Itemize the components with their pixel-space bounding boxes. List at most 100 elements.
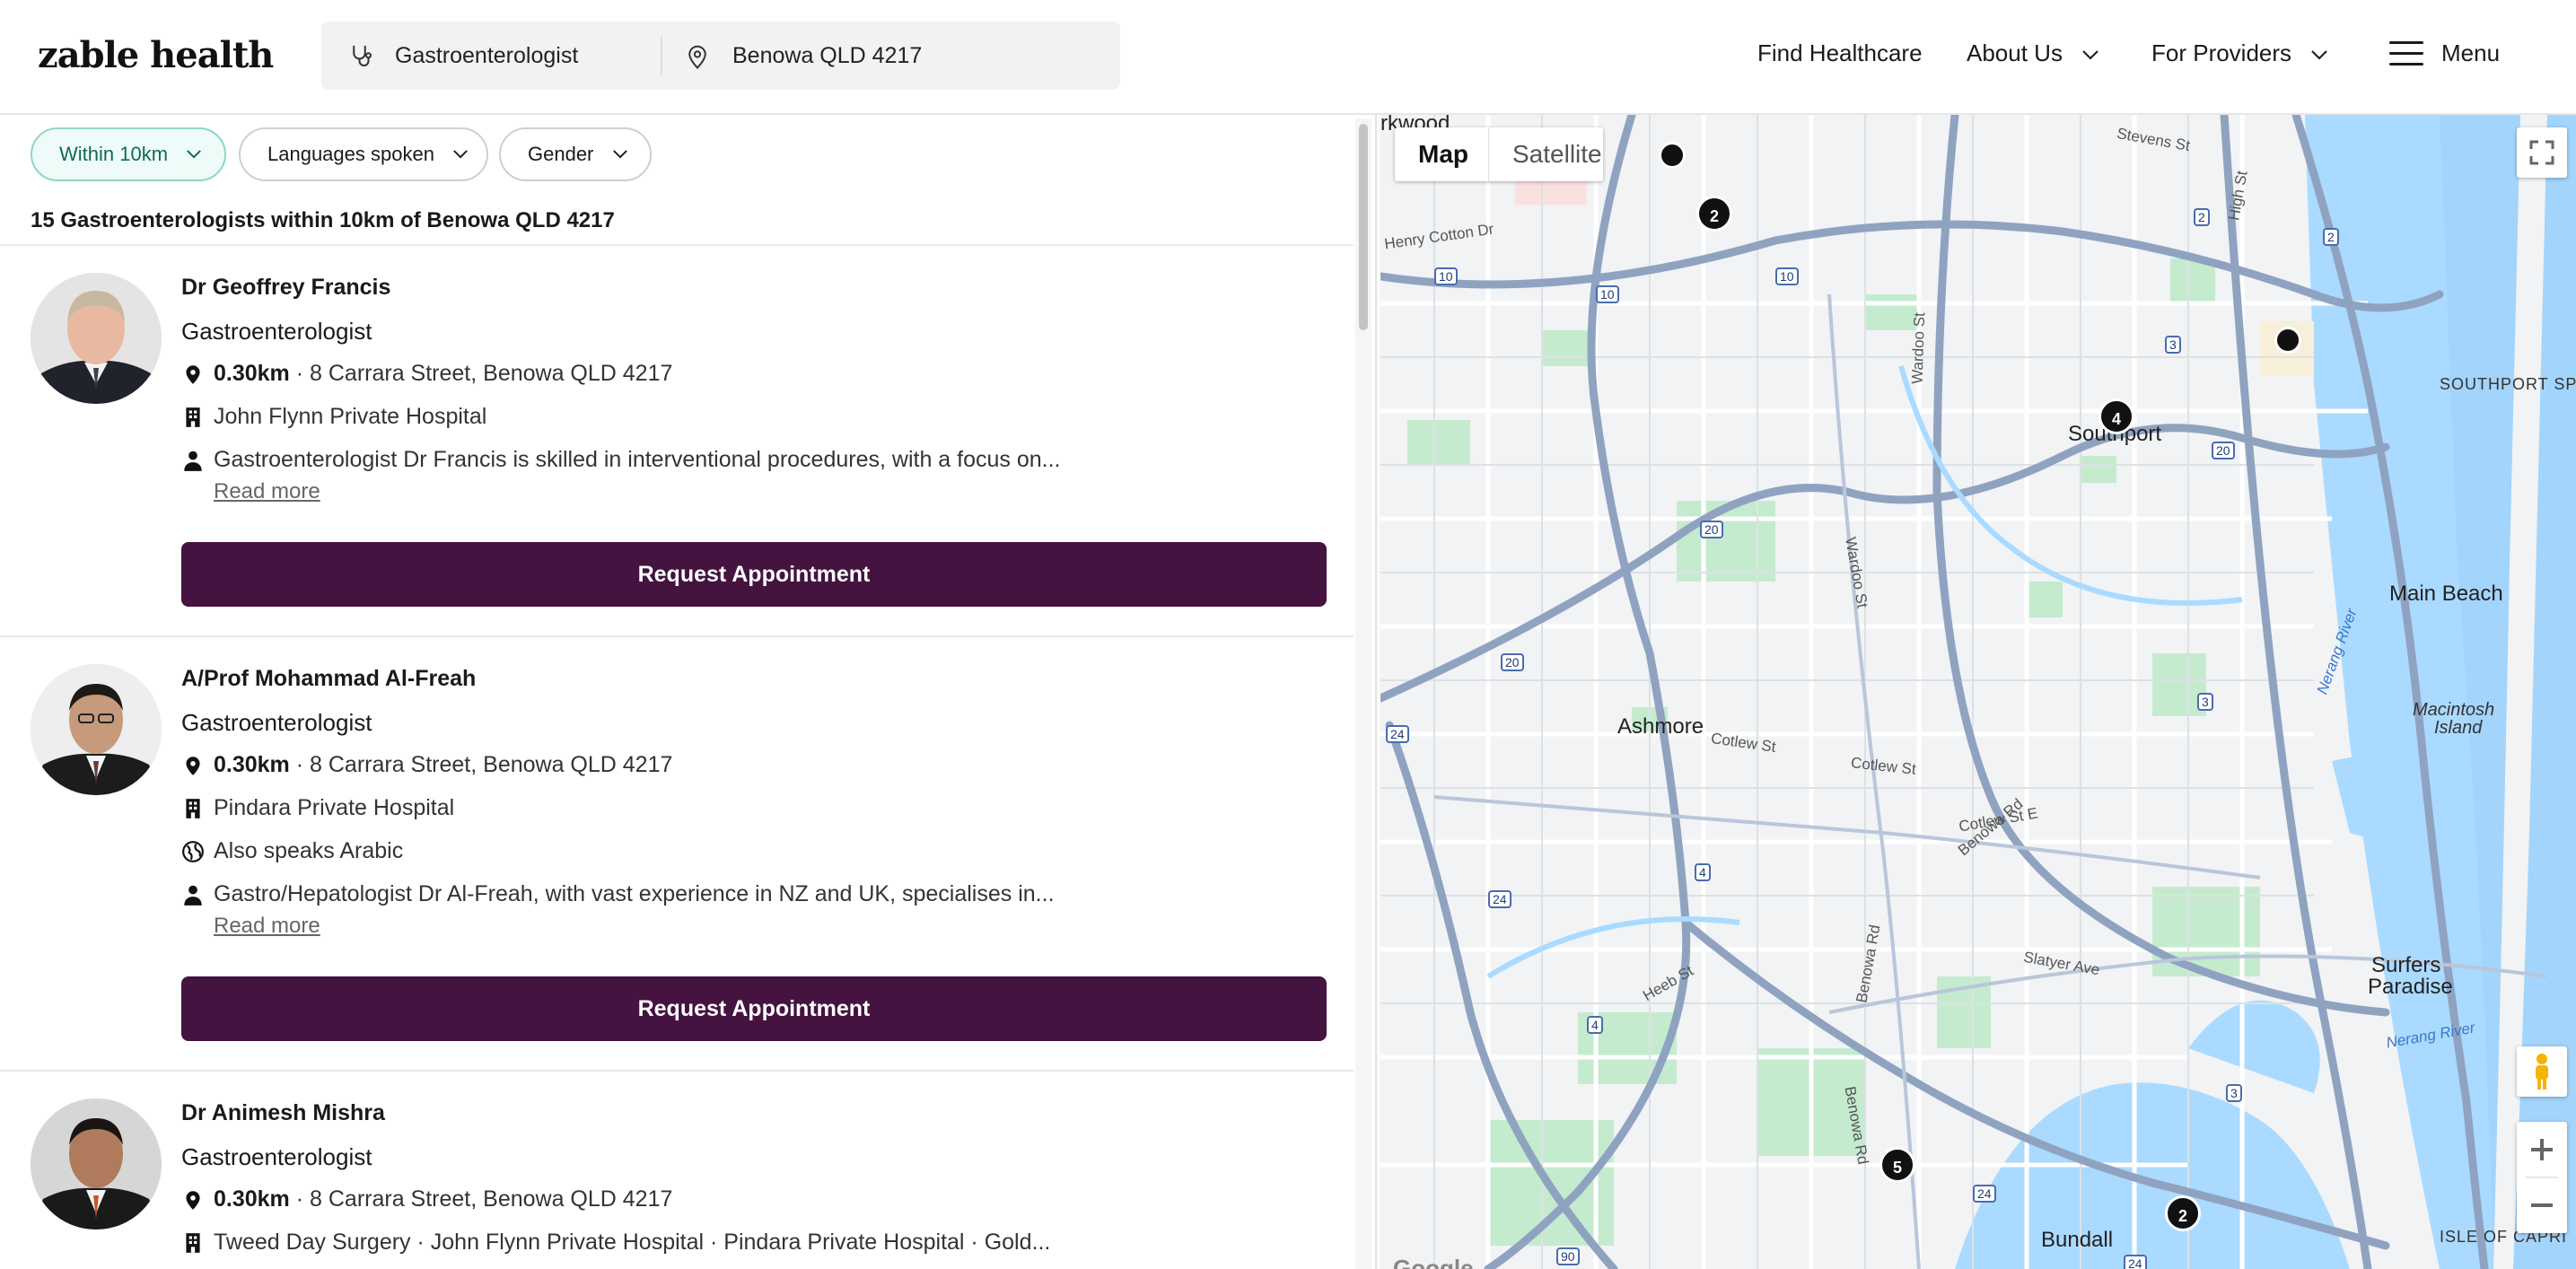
read-more-link[interactable]: Read more [214, 914, 320, 939]
doctor-hospital-text: Pindara Private Hospital [214, 795, 455, 820]
route-shield: 3 [2197, 693, 2213, 711]
nav-about-us-label: About Us [1967, 39, 2063, 66]
route-shield: 20 [1700, 521, 1723, 538]
scrollbar-thumb[interactable] [1359, 124, 1368, 330]
nav-for-providers[interactable]: For Providers [2151, 39, 2328, 67]
doctor-avatar[interactable] [31, 273, 162, 404]
route-shield: 3 [2226, 1084, 2242, 1102]
route-shield: 24 [1488, 890, 1511, 908]
plus-icon [2531, 1139, 2553, 1160]
doctor-card: Dr Geoffrey Francis Gastroenterologist 0… [0, 246, 1354, 637]
doctor-hospital-text: John Flynn Private Hospital [214, 404, 487, 429]
map-view[interactable]: 10 10 10 3 2 2 20 20 20 24 24 24 4 4 3 3… [1380, 115, 2576, 1269]
route-shield: 20 [1501, 653, 1524, 671]
doctor-name[interactable]: Dr Animesh Mishra [181, 1100, 385, 1126]
request-appointment-button[interactable]: Request Appointment [181, 976, 1327, 1041]
chevron-down-icon [453, 149, 468, 159]
fullscreen-icon [2529, 140, 2554, 165]
doctor-name[interactable]: Dr Geoffrey Francis [181, 275, 390, 301]
route-shield: 2 [2194, 208, 2210, 226]
person-icon [184, 451, 202, 471]
map-type-map-button[interactable]: Map [1395, 127, 1492, 181]
route-shield: 4 [1587, 1016, 1603, 1034]
doctor-address: · 8 Carrara Street, Benowa QLD 4217 [289, 1186, 673, 1212]
map-canvas [1380, 115, 2576, 1269]
doctor-avatar[interactable] [31, 1098, 162, 1230]
doctor-address: · 8 Carrara Street, Benowa QLD 4217 [289, 752, 673, 777]
map-label-wardoo-st: Wardoo St [1908, 311, 1929, 385]
filter-languages[interactable]: Languages spoken [239, 127, 488, 181]
chevron-down-icon [2311, 50, 2328, 60]
map-marker-cluster[interactable]: 2 [2165, 1195, 2201, 1231]
location-pin-icon [688, 45, 706, 69]
route-shield: 10 [1596, 285, 1619, 303]
site-header: zable health Gastroenterologist Benowa Q… [0, 0, 2576, 115]
hamburger-menu-icon[interactable] [2389, 41, 2423, 66]
fullscreen-button[interactable] [2517, 127, 2567, 178]
nav-for-providers-label: For Providers [2151, 39, 2292, 66]
doctor-card: A/Prof Mohammad Al-Freah Gastroenterolog… [0, 637, 1354, 1072]
stethoscope-icon [353, 45, 372, 66]
route-shield: 10 [1775, 267, 1799, 285]
map-type-toggle[interactable]: Map Satellite [1395, 127, 1603, 181]
route-shield: 24 [1973, 1185, 1996, 1203]
logo[interactable]: zable health [38, 34, 274, 76]
doctor-card: Dr Animesh Mishra Gastroenterologist 0.3… [0, 1072, 1354, 1269]
map-type-satellite-button[interactable]: Satellite [1488, 127, 1625, 181]
nav-find-healthcare[interactable]: Find Healthcare [1757, 39, 1923, 67]
route-shield: 20 [2212, 442, 2235, 459]
doctor-specialty: Gastroenterologist [181, 318, 372, 345]
specialty-input[interactable]: Gastroenterologist [395, 43, 578, 69]
building-icon [186, 799, 200, 818]
doctor-distance: 0.30km [214, 361, 290, 386]
results-scrollbar[interactable] [1355, 118, 1371, 1269]
minus-icon [2531, 1203, 2553, 1207]
person-icon [184, 885, 202, 906]
route-shield: 90 [1556, 1247, 1580, 1265]
doctor-specialty: Gastroenterologist [181, 1143, 372, 1170]
doctor-address: · 8 Carrara Street, Benowa QLD 4217 [289, 361, 673, 386]
chevron-down-icon [612, 149, 627, 159]
route-shield: 3 [2165, 336, 2181, 354]
doctor-specialty: Gastroenterologist [181, 709, 372, 736]
doctor-photo [31, 664, 162, 795]
doctor-bio-text: Gastroenterologist Dr Francis is skilled… [214, 447, 1061, 472]
doctor-distance: 0.30km [214, 752, 290, 777]
doctor-hospital-text: Tweed Day Surgery · John Flynn Private H… [214, 1230, 1051, 1255]
read-more-link[interactable]: Read more [214, 479, 320, 504]
street-view-pegman[interactable] [2517, 1046, 2567, 1097]
filter-languages-label: Languages spoken [267, 143, 434, 165]
zoom-out-button[interactable] [2517, 1177, 2567, 1233]
route-shield: 2 [2323, 228, 2339, 246]
results-count: 15 Gastroenterologists within 10km of Be… [31, 208, 615, 232]
menu-button[interactable]: Menu [2441, 39, 2500, 67]
map-marker-cluster[interactable]: 4 [2098, 398, 2134, 434]
map-label-island: Island [2434, 718, 2483, 738]
map-marker-cluster[interactable]: 5 [1879, 1147, 1915, 1183]
chevron-down-icon [187, 149, 202, 159]
request-appointment-button[interactable]: Request Appointment [181, 542, 1327, 607]
chevron-down-icon [2082, 50, 2098, 60]
map-marker[interactable] [2274, 327, 2301, 354]
nav-about-us[interactable]: About Us [1967, 39, 2099, 67]
doctor-name[interactable]: A/Prof Mohammad Al-Freah [181, 666, 476, 692]
filter-gender-label: Gender [528, 143, 594, 165]
filter-gender[interactable]: Gender [499, 127, 652, 181]
doctor-avatar[interactable] [31, 664, 162, 795]
location-pin-icon [186, 1191, 200, 1210]
search-bar[interactable]: Gastroenterologist Benowa QLD 4217 [321, 22, 1120, 90]
map-marker-cluster[interactable]: 2 [1696, 196, 1732, 232]
map-label-main-beach: Main Beach [2389, 582, 2503, 606]
doctor-distance: 0.30km [214, 1186, 290, 1212]
zoom-in-button[interactable] [2517, 1122, 2567, 1177]
filter-distance[interactable]: Within 10km [31, 127, 226, 181]
google-logo: Google [1393, 1255, 1474, 1269]
building-icon [186, 1233, 200, 1253]
globe-icon [182, 841, 204, 862]
map-marker[interactable] [1659, 142, 1686, 169]
zoom-control [2517, 1122, 2567, 1233]
route-shield: 24 [2124, 1255, 2147, 1269]
doctor-photo [31, 1098, 162, 1230]
location-input[interactable]: Benowa QLD 4217 [732, 43, 922, 69]
search-divider [661, 36, 662, 75]
